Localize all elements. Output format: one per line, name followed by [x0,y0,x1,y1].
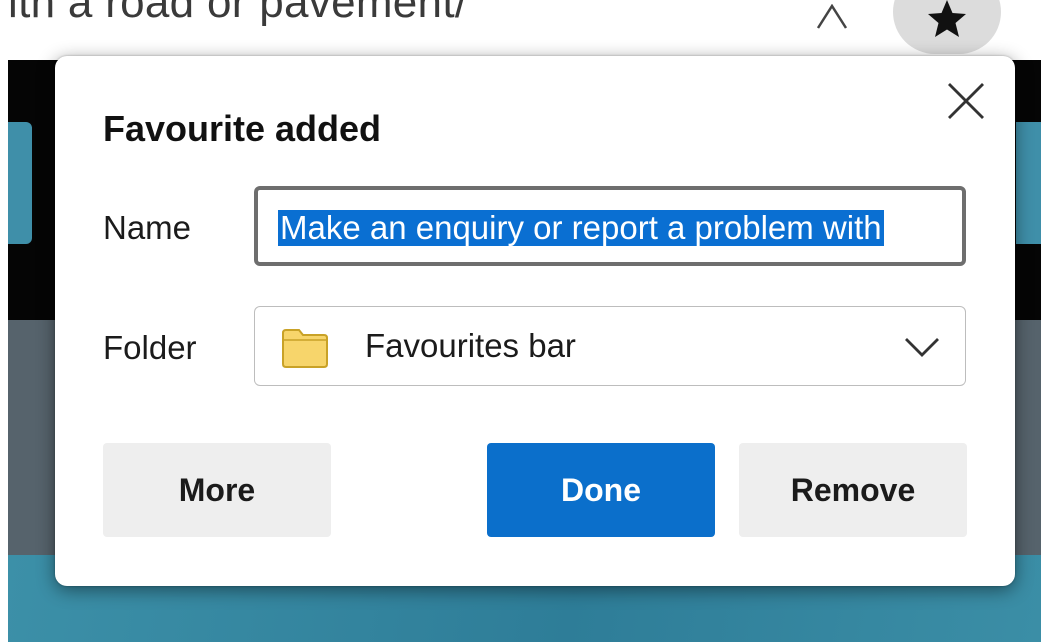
name-input[interactable]: Make an enquiry or report a problem with [254,186,966,266]
remove-button[interactable]: Remove [739,443,967,537]
name-label: Name [103,209,192,246]
read-aloud-icon[interactable] [812,3,852,30]
chevron-down-icon [903,335,941,359]
name-input-value: Make an enquiry or report a problem with [278,209,884,246]
window-edge [0,60,8,642]
page-tab-right [1016,122,1041,244]
folder-dropdown[interactable]: Favourites bar [254,306,966,386]
browser-toolbar: ith a road or pavement/ [0,0,1041,60]
dialog-title: Favourite added [103,108,382,149]
folder-icon [281,327,329,369]
favourite-added-dialog: Favourite added Name Make an enquiry or … [55,56,1015,586]
star-icon [926,0,968,40]
close-button[interactable] [943,78,989,124]
folder-label: Folder [103,329,197,366]
more-button[interactable]: More [103,443,331,537]
address-bar-text[interactable]: ith a road or pavement/ [8,0,467,28]
favourites-star-button[interactable] [893,0,1001,54]
done-button[interactable]: Done [487,443,715,537]
close-icon [948,83,984,119]
page-tab-left [8,122,32,244]
folder-selected-value: Favourites bar [365,327,576,364]
